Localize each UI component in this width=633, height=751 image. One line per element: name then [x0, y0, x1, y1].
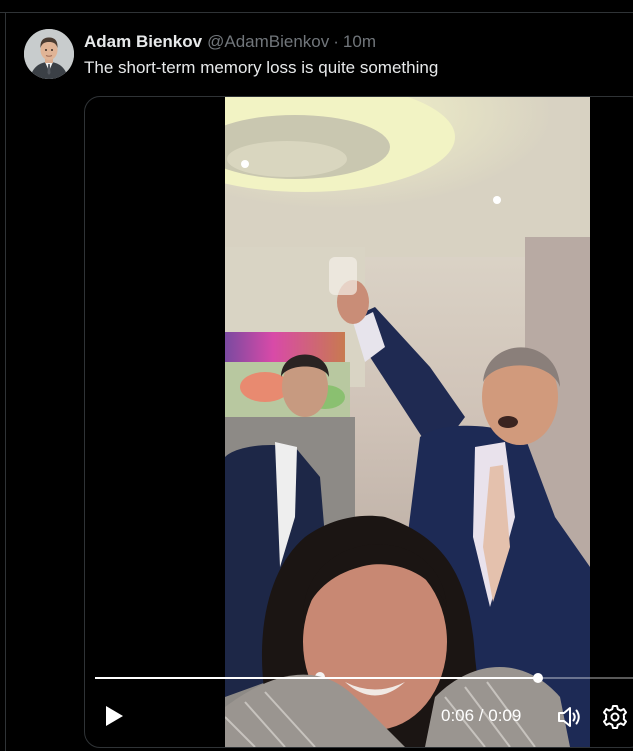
column-border — [5, 12, 6, 751]
tweet-text: The short-term memory loss is quite some… — [84, 58, 439, 77]
settings-gear-icon — [603, 705, 627, 729]
video-progress-bar[interactable] — [95, 673, 633, 683]
avatar-image — [24, 29, 74, 79]
author-handle[interactable]: @AdamBienkov — [207, 32, 329, 52]
video-player[interactable]: 0:06 / 0:09 — [84, 96, 633, 748]
author-name[interactable]: Adam Bienkov — [84, 32, 202, 52]
tweet-header: Adam Bienkov @AdamBienkov · 10m — [84, 31, 376, 53]
separator-dot: · — [333, 32, 339, 51]
timeline-divider — [0, 12, 633, 13]
video-time-display: 0:06 / 0:09 — [441, 706, 522, 725]
post-timestamp[interactable]: 10m — [343, 32, 376, 52]
video-scrubber-handle[interactable] — [532, 673, 543, 683]
settings-button[interactable] — [601, 703, 629, 731]
play-icon — [106, 706, 123, 726]
play-button[interactable] — [99, 701, 129, 731]
video-progress-fill — [95, 677, 538, 679]
video-still — [225, 97, 590, 747]
author-avatar[interactable] — [24, 29, 74, 79]
video-frame[interactable] — [225, 97, 590, 747]
volume-button[interactable] — [555, 703, 583, 731]
volume-icon — [558, 707, 580, 727]
